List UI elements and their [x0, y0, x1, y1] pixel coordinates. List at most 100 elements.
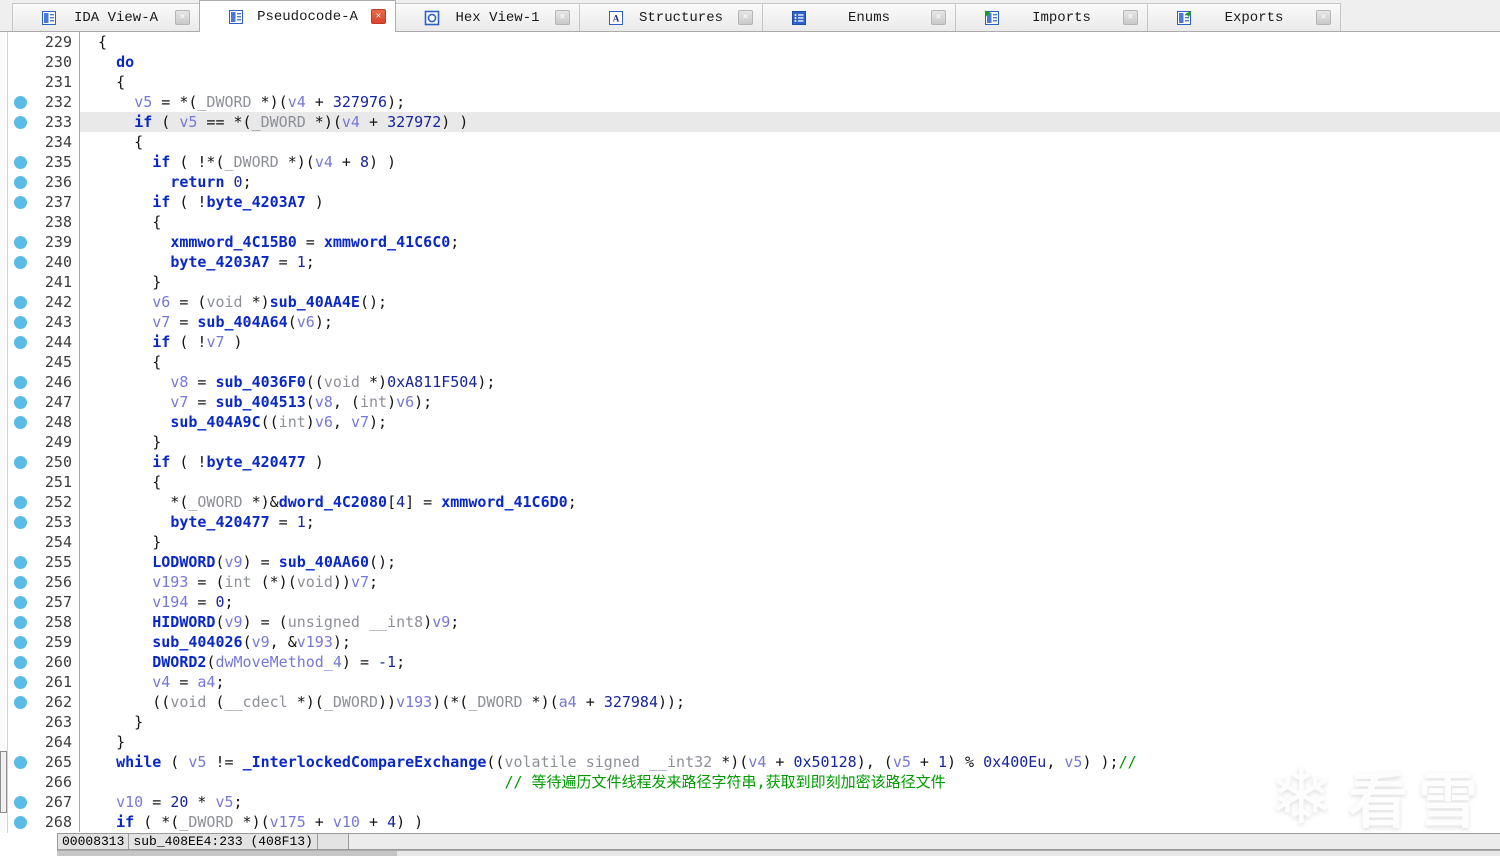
gutter: 263: [0, 712, 80, 732]
horizontal-scrollbar[interactable]: [57, 850, 1500, 856]
code-line-256[interactable]: 256 v193 = (int (*)(void))v7;: [0, 572, 1500, 592]
code-line-234[interactable]: 234 {: [0, 132, 1500, 152]
code-line-251[interactable]: 251 {: [0, 472, 1500, 492]
breakpoint-dot[interactable]: [14, 396, 27, 409]
status-rest: [348, 834, 1500, 849]
code-line-230[interactable]: 230 do: [0, 52, 1500, 72]
code-text: }: [80, 733, 126, 751]
breakpoint-dot[interactable]: [14, 416, 27, 429]
breakpoint-dot[interactable]: [14, 756, 27, 769]
code-line-255[interactable]: 255 LODWORD(v9) = sub_40AA60();: [0, 552, 1500, 572]
code-line-233[interactable]: 233 if ( v5 == *(_DWORD *)(v4 + 327972) …: [0, 112, 1500, 132]
breakpoint-dot[interactable]: [14, 616, 27, 629]
code-line-262[interactable]: 262 ((void (__cdecl *)(_DWORD))v193)(*(_…: [0, 692, 1500, 712]
line-number: 252: [44, 493, 72, 511]
breakpoint-dot[interactable]: [14, 656, 27, 669]
code-line-236[interactable]: 236 return 0;: [0, 172, 1500, 192]
tab-close-icon[interactable]: ✕: [1123, 10, 1138, 25]
code-line-260[interactable]: 260 DWORD2(dwMoveMethod_4) = -1;: [0, 652, 1500, 672]
svg-text:A: A: [613, 13, 620, 23]
breakpoint-dot[interactable]: [14, 696, 27, 709]
breakpoint-dot[interactable]: [14, 256, 27, 269]
code-line-263[interactable]: 263 }: [0, 712, 1500, 732]
tab-close-icon[interactable]: ✕: [738, 10, 753, 25]
breakpoint-dot[interactable]: [14, 636, 27, 649]
tab-imports[interactable]: Imports ✕: [955, 3, 1148, 31]
code-line-243[interactable]: 243 v7 = sub_404A64(v6);: [0, 312, 1500, 332]
tab-close-icon[interactable]: ✕: [931, 10, 946, 25]
code-line-259[interactable]: 259 sub_404026(v9, &v193);: [0, 632, 1500, 652]
code-line-250[interactable]: 250 if ( !byte_420477 ): [0, 452, 1500, 472]
code-line-266[interactable]: 266 // 等待遍历文件线程发来路径字符串,获取到即刻加密该路径文件: [0, 772, 1500, 792]
code-line-252[interactable]: 252 *(_OWORD *)&dword_4C2080[4] = xmmwor…: [0, 492, 1500, 512]
gutter: 259: [0, 632, 80, 652]
code-line-246[interactable]: 246 v8 = sub_4036F0((void *)0xA811F504);: [0, 372, 1500, 392]
tab-label: IDA View-A: [73, 9, 158, 26]
breakpoint-dot[interactable]: [14, 516, 27, 529]
breakpoint-dot[interactable]: [14, 676, 27, 689]
code-line-248[interactable]: 248 sub_404A9C((int)v6, v7);: [0, 412, 1500, 432]
tab-close-icon[interactable]: ✕: [1316, 10, 1331, 25]
code-line-241[interactable]: 241 }: [0, 272, 1500, 292]
vertical-scrollbar-thumb[interactable]: [0, 751, 7, 813]
tab-hex-view-1[interactable]: Hex View-1 ✕: [395, 3, 580, 31]
code-line-240[interactable]: 240 byte_4203A7 = 1;: [0, 252, 1500, 272]
code-line-244[interactable]: 244 if ( !v7 ): [0, 332, 1500, 352]
tab-label: Imports: [1032, 9, 1091, 26]
code-line-232[interactable]: 232 v5 = *(_DWORD *)(v4 + 327976);: [0, 92, 1500, 112]
breakpoint-dot[interactable]: [14, 196, 27, 209]
enums-icon: [791, 10, 807, 26]
code-line-242[interactable]: 242 v6 = (void *)sub_40AA4E();: [0, 292, 1500, 312]
code-line-253[interactable]: 253 byte_420477 = 1;: [0, 512, 1500, 532]
gutter: 264: [0, 732, 80, 752]
tab-close-icon[interactable]: ✕: [555, 10, 570, 25]
breakpoint-dot[interactable]: [14, 296, 27, 309]
code-text: {: [80, 73, 126, 91]
code-line-231[interactable]: 231 {: [0, 72, 1500, 92]
code-line-247[interactable]: 247 v7 = sub_404513(v8, (int)v6);: [0, 392, 1500, 412]
code-line-238[interactable]: 238 {: [0, 212, 1500, 232]
breakpoint-dot[interactable]: [14, 96, 27, 109]
code-line-245[interactable]: 245 {: [0, 352, 1500, 372]
breakpoint-dot[interactable]: [14, 496, 27, 509]
breakpoint-dot[interactable]: [14, 796, 27, 809]
breakpoint-dot[interactable]: [14, 816, 27, 829]
code-line-237[interactable]: 237 if ( !byte_4203A7 ): [0, 192, 1500, 212]
breakpoint-dot[interactable]: [14, 336, 27, 349]
code-line-235[interactable]: 235 if ( !*(_DWORD *)(v4 + 8) ): [0, 152, 1500, 172]
breakpoint-dot[interactable]: [14, 316, 27, 329]
breakpoint-dot[interactable]: [14, 176, 27, 189]
tab-close-icon[interactable]: ✕: [175, 10, 190, 25]
tab-ida-view-a[interactable]: IDA View-A ✕: [12, 3, 200, 31]
breakpoint-dot[interactable]: [14, 236, 27, 249]
code-line-257[interactable]: 257 v194 = 0;: [0, 592, 1500, 612]
breakpoint-dot[interactable]: [14, 576, 27, 589]
vertical-scrollbar[interactable]: [0, 32, 8, 833]
ida-view-icon: [41, 10, 57, 26]
horizontal-scrollbar-thumb[interactable]: [57, 851, 397, 856]
tab-structures[interactable]: A Structures ✕: [579, 3, 763, 31]
code-line-261[interactable]: 261 v4 = a4;: [0, 672, 1500, 692]
code-line-239[interactable]: 239 xmmword_4C15B0 = xmmword_41C6C0;: [0, 232, 1500, 252]
code-line-264[interactable]: 264 }: [0, 732, 1500, 752]
breakpoint-dot[interactable]: [14, 116, 27, 129]
code-line-267[interactable]: 267 v10 = 20 * v5;: [0, 792, 1500, 812]
gutter: 265: [0, 752, 80, 772]
tab-enums[interactable]: Enums ✕: [762, 3, 956, 31]
code-line-258[interactable]: 258 HIDWORD(v9) = (unsigned __int8)v9;: [0, 612, 1500, 632]
tab-close-icon[interactable]: ✕: [371, 9, 386, 24]
line-number: 238: [44, 213, 72, 231]
breakpoint-dot[interactable]: [14, 556, 27, 569]
tab-pseudocode-a[interactable]: Pseudocode-A ✕: [199, 0, 396, 32]
code-line-265[interactable]: 265 while ( v5 != _InterlockedCompareExc…: [0, 752, 1500, 772]
breakpoint-dot[interactable]: [14, 596, 27, 609]
breakpoint-dot[interactable]: [14, 456, 27, 469]
breakpoint-dot[interactable]: [14, 376, 27, 389]
pseudocode-view[interactable]: 229 {230 do 231 {232 v5 = *(_DWORD *)(v4 …: [0, 32, 1500, 833]
tab-exports[interactable]: Exports ✕: [1147, 3, 1341, 31]
breakpoint-dot[interactable]: [14, 156, 27, 169]
code-line-249[interactable]: 249 }: [0, 432, 1500, 452]
code-line-229[interactable]: 229 {: [0, 32, 1500, 52]
code-line-268[interactable]: 268 if ( *(_DWORD *)(v175 + v10 + 4) ): [0, 812, 1500, 832]
code-line-254[interactable]: 254 }: [0, 532, 1500, 552]
